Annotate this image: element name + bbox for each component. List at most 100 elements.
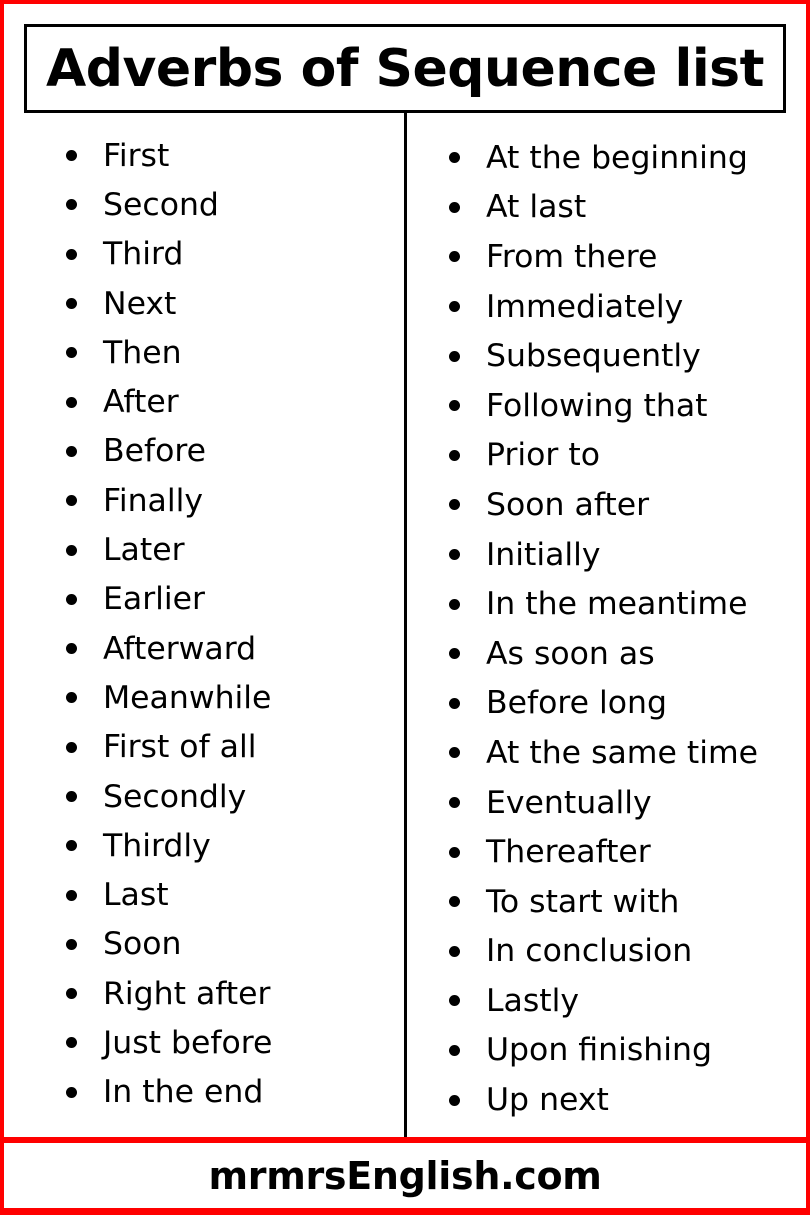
adverb-text: After: [103, 384, 179, 421]
list-item: At the beginning: [447, 133, 758, 183]
list-item: In conclusion: [447, 927, 758, 977]
adverb-text: Soon after: [486, 486, 650, 523]
list-item: Right after: [64, 969, 272, 1018]
bullet-icon: [449, 697, 460, 709]
adverb-text: At last: [486, 189, 587, 226]
list-item: Third: [64, 230, 272, 279]
list-item: Immediately: [447, 282, 758, 332]
adverb-text: To start with: [486, 883, 680, 920]
adverb-text: Finally: [103, 482, 203, 519]
bullet-icon: [449, 549, 460, 561]
adverb-text: Then: [103, 334, 182, 371]
bullet-icon: [66, 889, 77, 901]
list-item: Secondly: [64, 772, 272, 821]
bullet-icon: [449, 598, 460, 610]
title-box: Adverbs of Sequence list: [24, 24, 786, 113]
adverb-text: Next: [103, 285, 177, 322]
bullet-icon: [449, 449, 460, 461]
adverb-text: Just before: [103, 1024, 273, 1061]
column-divider: [404, 113, 407, 1138]
list-item: Thirdly: [64, 821, 272, 870]
list-item: Meanwhile: [64, 673, 272, 722]
adverb-text: First: [103, 137, 170, 174]
bullet-icon: [66, 988, 77, 1000]
adverb-text: Initially: [486, 536, 601, 573]
adverb-text: Thirdly: [103, 827, 211, 864]
bullet-icon: [66, 248, 77, 260]
bullet-icon: [66, 692, 77, 704]
list-item: As soon as: [447, 629, 758, 679]
right-adverb-list: At the beginning At last From there Immedia…: [447, 133, 758, 1125]
bullet-icon: [66, 544, 77, 556]
list-item: At the same time: [447, 728, 758, 778]
list-item: Before: [64, 427, 272, 476]
list-item: At last: [447, 183, 758, 233]
list-item: Later: [64, 525, 272, 574]
bullet-icon: [66, 741, 77, 753]
list-item: Upon finishing: [447, 1026, 758, 1076]
list-item: Earlier: [64, 575, 272, 624]
bullet-icon: [66, 1086, 77, 1098]
bullet-icon: [66, 840, 77, 852]
adverb-text: Meanwhile: [103, 679, 272, 716]
list-item: Lastly: [447, 976, 758, 1026]
adverb-text: Subsequently: [486, 338, 701, 375]
adverb-text: Later: [103, 532, 185, 569]
bullet-icon: [449, 995, 460, 1007]
adverb-text: Third: [103, 236, 184, 273]
list-item: Finally: [64, 476, 272, 525]
bullet-icon: [449, 301, 460, 313]
page-title: Adverbs of Sequence list: [46, 38, 764, 99]
adverb-text: Thereafter: [486, 834, 651, 871]
list-item: Afterward: [64, 624, 272, 673]
bullet-icon: [66, 938, 77, 950]
adverb-text: Second: [103, 186, 219, 223]
bullet-icon: [449, 201, 460, 213]
adverb-text: In the end: [103, 1074, 264, 1111]
adverb-text: At the same time: [486, 734, 759, 771]
list-item: Soon: [64, 920, 272, 969]
bullet-icon: [66, 347, 77, 359]
adverb-text: Up next: [486, 1082, 609, 1119]
adverb-text: Soon: [103, 926, 182, 963]
list-item: Eventually: [447, 778, 758, 828]
bullet-icon: [449, 152, 460, 164]
list-item: Last: [64, 870, 272, 919]
list-item: Prior to: [447, 431, 758, 481]
adverb-text: Prior to: [486, 437, 601, 474]
adverb-text: In conclusion: [486, 933, 693, 970]
list-item: Second: [64, 180, 272, 229]
adverb-text: Upon finishing: [486, 1032, 712, 1069]
bullet-icon: [66, 150, 77, 162]
bullet-icon: [66, 396, 77, 408]
left-adverb-list: First Second Third Next Then After Before Final…: [64, 131, 272, 1117]
footer-website: mrmrsEnglish.com: [208, 1153, 602, 1198]
bullet-icon: [449, 747, 460, 759]
adverb-text: Before: [103, 433, 206, 470]
bullet-icon: [449, 896, 460, 908]
adverb-text: In the meantime: [486, 586, 748, 623]
list-item: In the end: [64, 1068, 272, 1117]
adverb-text: Secondly: [103, 778, 247, 815]
bullet-icon: [449, 499, 460, 511]
adverb-text: Lastly: [486, 982, 580, 1019]
list-item: Before long: [447, 679, 758, 729]
list-item: First of all: [64, 723, 272, 772]
footer: mrmrsEnglish.com: [4, 1143, 806, 1208]
bullet-icon: [449, 1094, 460, 1106]
list-item: To start with: [447, 877, 758, 927]
adverb-text: First of all: [103, 729, 257, 766]
list-item: From there: [447, 232, 758, 282]
bullet-icon: [66, 199, 77, 211]
adverb-text: Before long: [486, 685, 667, 722]
adverb-text: As soon as: [486, 635, 655, 672]
bullet-icon: [66, 791, 77, 802]
bullet-icon: [66, 593, 77, 605]
list-item: Next: [64, 279, 272, 328]
list-item: Then: [64, 328, 272, 377]
adverb-text: From there: [486, 238, 658, 275]
bullet-icon: [449, 846, 460, 858]
bullet-icon: [449, 1044, 460, 1056]
list-item: In the meantime: [447, 579, 758, 629]
list-item: First: [64, 131, 272, 180]
